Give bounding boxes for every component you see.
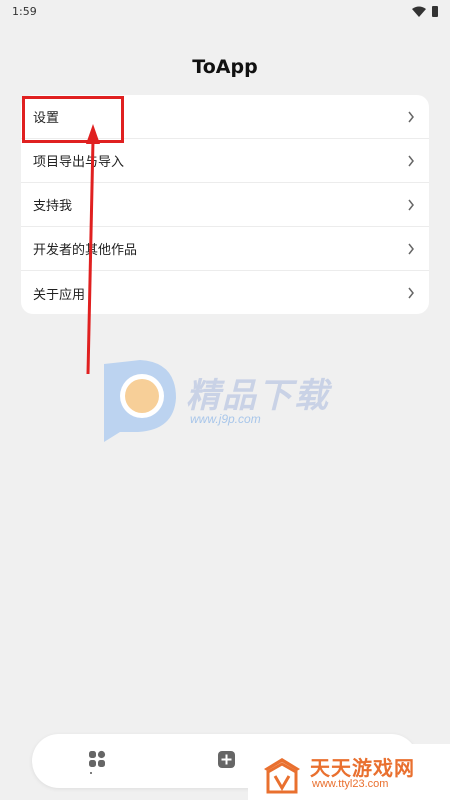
wifi-icon [412,6,426,17]
battery-icon [432,5,438,17]
chevron-right-icon [408,243,414,254]
chevron-right-icon [408,111,414,122]
watermark-logo-icon [104,360,176,442]
nav-indicator-dot [90,772,92,774]
menu-item-support-me[interactable]: 支持我 [21,183,429,227]
menu-item-other-works[interactable]: 开发者的其他作品 [21,227,429,271]
menu-item-label: 支持我 [33,199,73,214]
chevron-right-icon [408,199,414,210]
menu-item-label: 开发者的其他作品 [33,243,138,258]
menu-item-about-app[interactable]: 关于应用 [21,271,429,314]
chevron-right-icon [408,287,414,299]
menu-item-settings[interactable]: 设置 [21,95,429,139]
chevron-right-icon [408,155,414,166]
watermark-url: www.j9p.com [190,412,261,426]
menu-card: 设置 项目导出与导入 支持我 开发者的其他作品 关于应用 [21,95,429,314]
status-icons [412,5,438,17]
apps-grid-icon[interactable] [88,750,106,768]
menu-item-label: 项目导出与导入 [33,155,125,170]
menu-item-project-export-import[interactable]: 项目导出与导入 [21,139,429,183]
watermark: 精品下载 www.j9p.com [98,358,358,444]
status-time: 1:59 [12,4,37,18]
watermark-title: 精品下载 [186,376,330,416]
menu-item-label: 设置 [33,111,60,126]
bottom-nav [32,734,418,788]
menu-item-label: 关于应用 [33,287,86,303]
status-bar: 1:59 [0,0,450,22]
add-square-icon[interactable] [218,751,235,768]
page-title: ToApp [192,56,258,78]
